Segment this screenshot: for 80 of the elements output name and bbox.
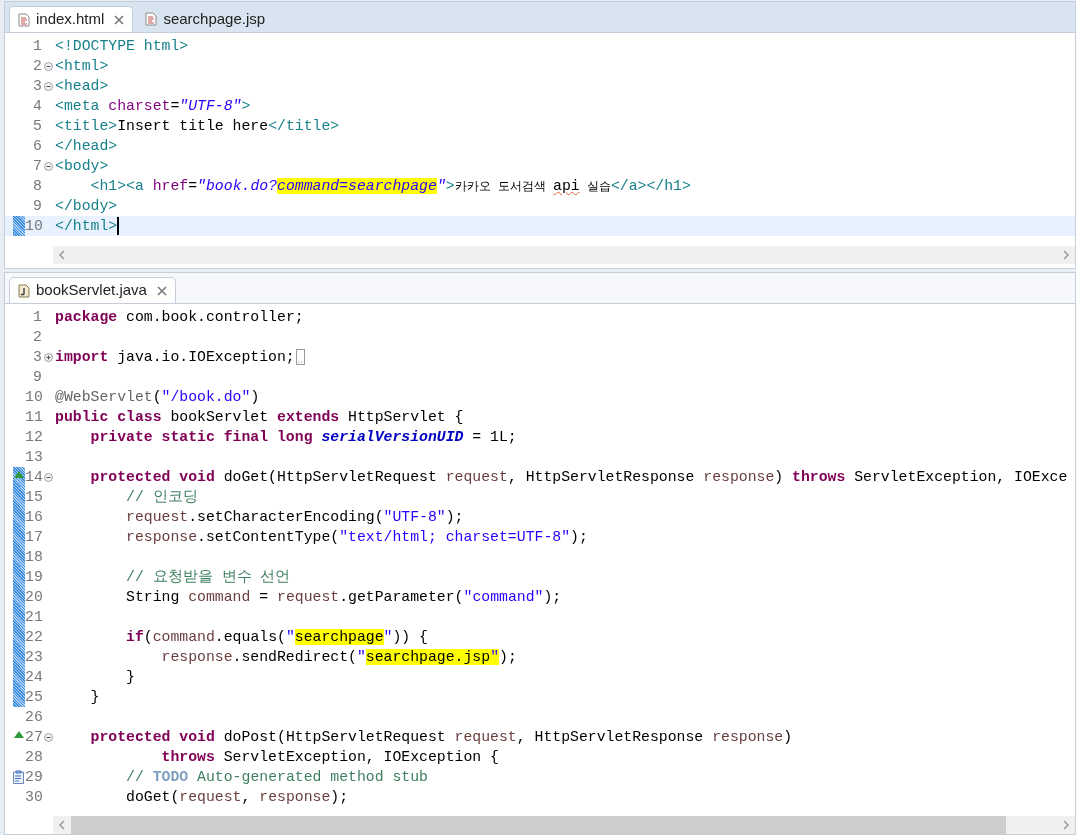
line-number: 15 [25,488,42,507]
line-number: 1 [32,308,42,327]
editor-tab[interactable]: searchpage.jsp [137,6,274,32]
code-line: request.setCharacterEncoding("UTF-8"); [125,508,464,527]
line-number: 8 [32,177,42,196]
line-number: 19 [25,568,42,587]
line-number: 11 [25,408,42,427]
code-line: throws ServletException, IOException { [160,748,499,767]
code-line: <html> [55,57,109,76]
line-number: 3 [32,348,42,367]
line-number: 2 [32,57,42,76]
collapse-icon[interactable] [44,161,53,171]
line-number: 14 [25,468,42,487]
line-number: 27 [25,728,42,747]
line-number: 28 [25,748,42,767]
code-line: </body> [55,197,118,216]
line-number: 22 [25,628,42,647]
collapse-icon[interactable] [44,81,53,91]
line-number: 17 [25,528,42,547]
code-line: protected void doGet(HttpServletRequest request, HttpServletResponse response) throws ServletException, IOExce [89,468,1068,487]
close-icon[interactable] [156,285,167,296]
code-line: package com.book.controller; [55,308,304,327]
line-number: 23 [25,648,42,667]
code-line: <meta charset="UTF-8"> [55,97,251,116]
code-line: @WebServlet("/book.do") [55,388,260,407]
line-number: 7 [32,157,42,176]
code-line: if(command.equals("searchpage")) { [125,628,428,647]
file-icon [18,12,30,27]
expand-icon[interactable] [44,352,53,362]
code-line: // 인코딩 [125,488,198,507]
editor-tab[interactable]: index.html [9,6,134,32]
code-line: import java.io.IOException; [55,348,295,367]
line-number: 10 [25,388,42,407]
code-line: <body> [55,157,109,176]
line-number: 9 [32,197,42,216]
line-number: 5 [32,117,42,136]
code-line: response.sendRedirect("searchpage.jsp"); [160,648,517,667]
file-icon [145,12,158,26]
code-line: // 요청받을 변수 선언 [125,568,291,587]
code-line: } [125,668,135,687]
line-number: 9 [32,368,42,387]
line-number: 30 [25,788,42,807]
code-line: <!DOCTYPE html> [55,37,189,56]
line-number: 3 [32,77,42,96]
line-number: 29 [25,768,42,787]
editor-tab[interactable]: bookServlet.java [9,277,176,303]
code-line: String command = request.getParameter("command"); [125,588,562,607]
line-number: 24 [25,668,42,687]
code-line: doGet(request, response); [125,788,349,807]
code-line: public class bookServlet extends HttpServlet { [55,408,464,427]
collapse-icon[interactable] [44,61,53,71]
line-number: 21 [25,608,42,627]
code-line: <h1><a href="book.do?command=searchpage">카카오 도서검색 api 실습</a></h1> [89,176,691,196]
code-line: <title>Insert title here</title> [55,117,340,136]
line-number: 25 [25,688,42,707]
code-line: <head> [55,77,109,96]
code-line: </html> [55,217,118,236]
code-line: response.setContentType("text/html; charset=UTF-8"); [125,528,588,547]
code-line: } [89,688,100,707]
line-number: 1 [32,37,42,56]
code-line: private static final long serialVersionUID = 1L; [89,428,517,447]
close-icon[interactable] [114,14,125,25]
line-number: 18 [25,548,42,567]
line-number: 20 [25,588,42,607]
code-line: // TODO Auto-generated method stub [125,768,428,787]
line-number: 6 [32,137,42,156]
java-file-icon [18,283,30,298]
code-line: protected void doPost(HttpServletRequest request, HttpServletResponse response) [89,728,793,747]
line-number: 16 [25,508,42,527]
collapse-icon[interactable] [44,732,53,742]
line-number: 26 [25,708,42,727]
line-number: 2 [32,328,42,347]
line-number: 12 [25,428,42,447]
line-number: 13 [25,448,42,467]
horizontal-scrollbar[interactable] [53,246,1075,264]
code-line: </head> [55,137,118,156]
folded-code-icon[interactable] [295,349,305,365]
line-number: 4 [32,97,42,116]
line-number: 10 [25,217,42,236]
collapse-icon[interactable] [44,472,53,482]
